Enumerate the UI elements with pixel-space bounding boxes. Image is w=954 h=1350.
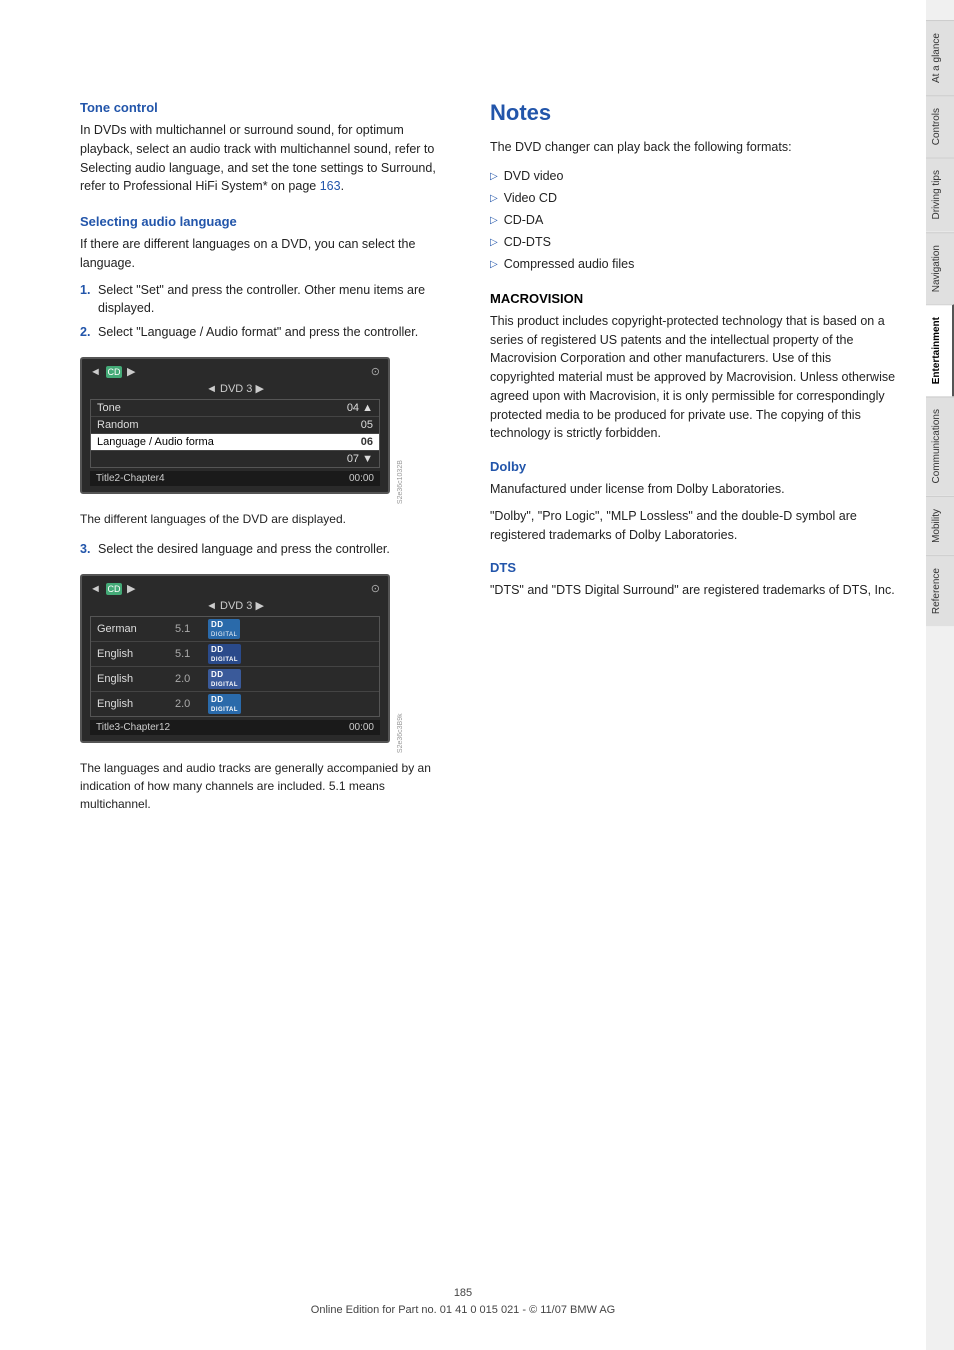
- screen-2-wrapper: ◄ CD ▶ ⊙ ◄ DVD 3 ▶ German 5.1 DDDIGITAL: [80, 564, 390, 753]
- format-compressed: Compressed audio files: [490, 253, 896, 275]
- lang-german: German: [97, 623, 167, 635]
- screen-2-bottom-left: Title3-Chapter12: [96, 722, 170, 733]
- screen-1-side-text: S2e36c1032B: [397, 347, 404, 504]
- step-1: Select "Set" and press the controller. O…: [80, 281, 440, 319]
- sidebar-tab-navigation[interactable]: Navigation: [926, 232, 954, 304]
- menu-row-language: Language / Audio forma 06: [91, 434, 379, 451]
- right-column: Notes The DVD changer can play back the …: [470, 100, 896, 1290]
- format-video-cd: Video CD: [490, 187, 896, 209]
- notes-title: Notes: [490, 100, 896, 126]
- menu-row-tone: Tone 04 ▲: [91, 400, 379, 417]
- screen-1-top-bar: ◄ CD ▶ ⊙: [90, 365, 380, 378]
- lang-english3-badge: DDDIGITAL: [208, 694, 241, 714]
- screen-2-side-text: S2e36c3B9k: [397, 564, 404, 753]
- screen-2-lang-list: German 5.1 DDDIGITAL English 5.1 DDDIGIT…: [90, 616, 380, 717]
- step-2: Select "Language / Audio format" and pre…: [80, 323, 440, 342]
- lang-english3: English: [97, 698, 167, 710]
- step-3: Select the desired language and press th…: [80, 540, 440, 559]
- screen-1-bottom-left: Title2-Chapter4: [96, 473, 165, 484]
- screen-2-bottom-right: 00:00: [349, 722, 374, 733]
- screen-1-menu: Tone 04 ▲ Random 05 Language / Audio for…: [90, 399, 380, 468]
- page-link-163[interactable]: 163: [320, 179, 341, 193]
- screen-2-bottom: Title3-Chapter12 00:00: [90, 720, 380, 735]
- lang-row-english2: English 2.0 DDDIGITAL: [91, 667, 379, 692]
- sidebar-tab-communications[interactable]: Communications: [926, 396, 954, 495]
- menu-row-random: Random 05: [91, 417, 379, 434]
- screen-1: ◄ CD ▶ ⊙ ◄ DVD 3 ▶ Tone 04 ▲ Random 0: [80, 357, 390, 494]
- screen-1-dvd-text: ◄ DVD 3 ▶: [206, 382, 264, 395]
- screen-2-dvd-text: ◄ DVD 3 ▶: [206, 599, 264, 612]
- screen-1-dvd-bar: ◄ DVD 3 ▶: [90, 382, 380, 395]
- steps-list: Select "Set" and press the controller. O…: [80, 281, 440, 342]
- selecting-audio-intro: If there are different languages on a DV…: [80, 235, 440, 273]
- sidebar-tab-reference[interactable]: Reference: [926, 555, 954, 626]
- screen-2-top-left: ◄ CD ▶: [90, 582, 135, 595]
- format-dvd-video: DVD video: [490, 165, 896, 187]
- left-column: Tone control In DVDs with multichannel o…: [80, 100, 440, 1290]
- screen-1-bottom-right: 00:00: [349, 473, 374, 484]
- step-3-list: Select the desired language and press th…: [80, 540, 440, 559]
- lang-row-english3: English 2.0 DDDIGITAL: [91, 692, 379, 716]
- screen-2-dvd-bar: ◄ DVD 3 ▶: [90, 599, 380, 612]
- screen-1-wrapper: ◄ CD ▶ ⊙ ◄ DVD 3 ▶ Tone 04 ▲ Random 0: [80, 347, 390, 504]
- dolby-body2: "Dolby", "Pro Logic", "MLP Lossless" and…: [490, 507, 896, 545]
- screen-2: ◄ CD ▶ ⊙ ◄ DVD 3 ▶ German 5.1 DDDIGITAL: [80, 574, 390, 743]
- lang-english2-ch: 2.0: [175, 673, 200, 685]
- macrovision-body: This product includes copyright-protecte…: [490, 312, 896, 443]
- sidebar-tab-entertainment[interactable]: Entertainment: [926, 304, 954, 396]
- lang-english2-badge: DDDIGITAL: [208, 669, 241, 689]
- screen-1-top-icon: ⊙: [371, 365, 380, 378]
- caption-1: The different languages of the DVD are d…: [80, 510, 440, 528]
- menu-row-07-value: 07 ▼: [347, 453, 373, 465]
- sidebar-tab-mobility[interactable]: Mobility: [926, 496, 954, 555]
- macrovision-heading: MACROVISION: [490, 291, 896, 306]
- lang-row-english1: English 5.1 DDDIGITAL: [91, 642, 379, 667]
- sidebar-tab-driving-tips[interactable]: Driving tips: [926, 157, 954, 231]
- lang-german-badge: DDDIGITAL: [208, 619, 240, 639]
- screen-2-top-bar: ◄ CD ▶ ⊙: [90, 582, 380, 595]
- page-footer-text: Online Edition for Part no. 01 41 0 015 …: [0, 1302, 926, 1320]
- sidebar-tab-controls[interactable]: Controls: [926, 95, 954, 157]
- lang-english3-ch: 2.0: [175, 698, 200, 710]
- lang-row-german: German 5.1 DDDIGITAL: [91, 617, 379, 642]
- sidebar: At a glance Controls Driving tips Naviga…: [926, 0, 954, 1350]
- lang-english1-badge: DDDIGITAL: [208, 644, 241, 664]
- formats-list: DVD video Video CD CD-DA CD-DTS Compress…: [490, 165, 896, 275]
- menu-row-07: 07 ▼: [91, 451, 379, 467]
- dts-body: "DTS" and "DTS Digital Surround" are reg…: [490, 581, 896, 600]
- tone-control-body: In DVDs with multichannel or surround so…: [80, 121, 440, 196]
- screen-1-bottom: Title2-Chapter4 00:00: [90, 471, 380, 486]
- page-footer: 185 Online Edition for Part no. 01 41 0 …: [0, 1285, 926, 1320]
- menu-row-language-value: 06: [361, 436, 373, 448]
- tone-control-heading: Tone control: [80, 100, 440, 115]
- lang-german-ch: 5.1: [175, 623, 200, 635]
- dolby-heading: Dolby: [490, 459, 896, 474]
- format-cd-da: CD-DA: [490, 209, 896, 231]
- format-cd-dts: CD-DTS: [490, 231, 896, 253]
- lang-english2: English: [97, 673, 167, 685]
- caption-2: The languages and audio tracks are gener…: [80, 759, 440, 813]
- page-number: 185: [0, 1285, 926, 1303]
- lang-english1: English: [97, 648, 167, 660]
- dts-heading: DTS: [490, 560, 896, 575]
- menu-row-language-label: Language / Audio forma: [97, 436, 214, 448]
- notes-intro: The DVD changer can play back the follow…: [490, 138, 896, 157]
- menu-row-tone-label: Tone: [97, 402, 121, 414]
- sidebar-tab-at-a-glance[interactable]: At a glance: [926, 20, 954, 95]
- screen-2-top-icon: ⊙: [371, 582, 380, 595]
- menu-row-random-label: Random: [97, 419, 139, 431]
- menu-row-random-value: 05: [361, 419, 373, 431]
- menu-row-tone-value: 04 ▲: [347, 402, 373, 414]
- screen-1-top-left: ◄ CD ▶: [90, 365, 135, 378]
- dolby-body1: Manufactured under license from Dolby La…: [490, 480, 896, 499]
- selecting-audio-heading: Selecting audio language: [80, 214, 440, 229]
- lang-english1-ch: 5.1: [175, 648, 200, 660]
